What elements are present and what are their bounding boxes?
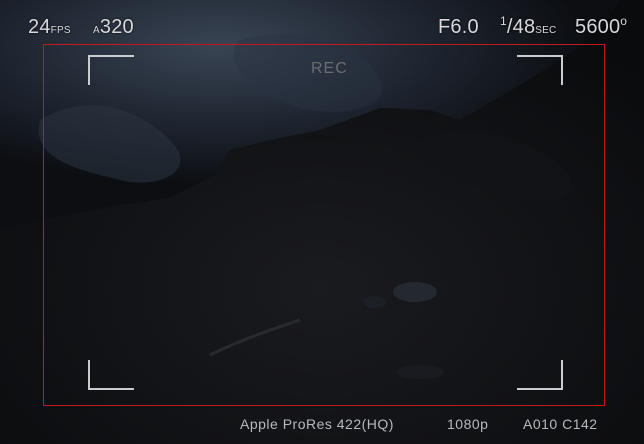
shutter-readout: 1/48SEC [500, 14, 557, 39]
fps-value: 24 [28, 16, 51, 38]
shutter-denominator: /48 [506, 16, 536, 38]
corner-bracket-top-right [517, 55, 563, 85]
fps-readout: 24FPS [28, 16, 71, 39]
iso-prefix: A [93, 25, 100, 36]
recording-frame [43, 44, 605, 406]
corner-bracket-top-left [88, 55, 134, 85]
white-balance-value: 5600 [575, 16, 621, 38]
white-balance-readout: 5600o [575, 14, 628, 39]
shutter-unit: SEC [535, 25, 557, 36]
codec-label: Apple ProRes 422(HQ) [240, 416, 394, 432]
aperture-readout: F6.0 [438, 16, 479, 39]
clip-id-label: A010 C142 [523, 416, 598, 432]
iso-value: 320 [99, 16, 134, 38]
corner-bracket-bottom-left [88, 360, 134, 390]
corner-bracket-bottom-right [517, 360, 563, 390]
fps-unit: FPS [50, 25, 71, 36]
rec-indicator: REC [311, 60, 348, 77]
aperture-value: F6.0 [438, 16, 479, 38]
resolution-label: 1080p [447, 416, 489, 432]
white-balance-unit: o [620, 14, 628, 28]
iso-readout: A320 [93, 16, 134, 39]
shutter-numerator: 1 [500, 14, 507, 28]
